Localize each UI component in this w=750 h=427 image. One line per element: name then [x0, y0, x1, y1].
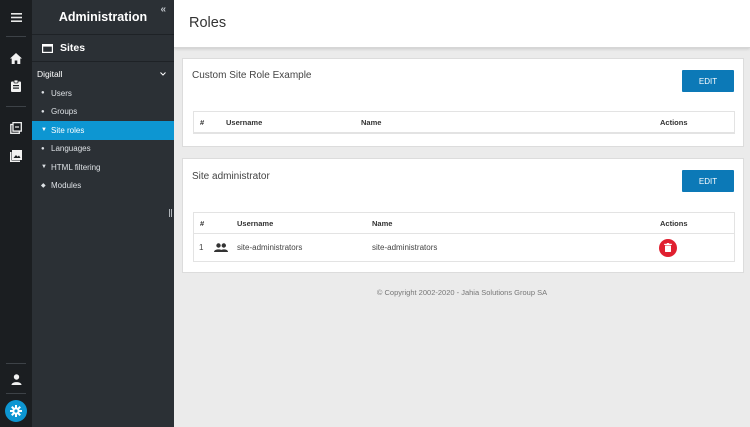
column-header-name[interactable]: Name [372, 213, 392, 233]
sidebar-item-site-roles[interactable]: ▼ Site roles [32, 121, 174, 140]
page-header: Roles [174, 0, 750, 48]
column-header-actions: Actions [660, 117, 688, 127]
rail-divider [6, 393, 26, 394]
site-name: Digitall [37, 69, 63, 79]
trash-icon [659, 238, 677, 257]
site-selector[interactable]: Digitall [32, 64, 174, 84]
page-title: Roles [189, 15, 227, 31]
role-title: Custom Site Role Example [192, 70, 312, 81]
role-members-table: # Username Name Actions [193, 111, 735, 134]
table-header: # Username Name Actions [194, 112, 734, 133]
rail-divider [6, 106, 26, 107]
row-username: site-administrators [237, 243, 303, 252]
role-card: Site administrator EDIT # Username Name … [182, 158, 744, 273]
column-header-number: # [200, 117, 205, 127]
site-content-icon[interactable] [0, 117, 32, 139]
column-header-number: # [200, 218, 205, 228]
group-icon [214, 234, 228, 261]
admin-sidebar: Administration « Sites Digitall ● Users … [32, 0, 174, 427]
menu-icon[interactable] [0, 6, 32, 28]
copyright-footer: © Copyright 2002-2020 - Jahia Solutions … [376, 288, 548, 297]
settings-icon[interactable] [5, 400, 27, 422]
chevron-down-icon [160, 72, 166, 76]
row-number: 1 [199, 243, 204, 252]
home-icon[interactable] [0, 47, 32, 69]
roles-icon: ▼ [41, 127, 47, 134]
icon-rail [0, 0, 32, 427]
column-header-username[interactable]: Username [237, 213, 273, 233]
role-members-table: # Username Name Actions 1 site-administr… [193, 212, 735, 262]
delete-button[interactable] [659, 234, 677, 261]
image-icon[interactable] [0, 145, 32, 167]
modules-icon: ◆ [41, 183, 46, 190]
filter-icon: ▼ [41, 164, 47, 171]
role-title: Site administrator [192, 171, 270, 182]
sidebar-item-label: Groups [51, 107, 78, 117]
clipboard-icon[interactable] [0, 75, 32, 97]
collapse-sidebar-icon[interactable]: « [160, 4, 166, 15]
column-header-username[interactable]: Username [226, 112, 262, 132]
sidebar-item-label: Site roles [51, 125, 85, 135]
group-icon: ● [41, 108, 45, 115]
sidebar-resize-handle[interactable] [169, 209, 172, 217]
column-header-actions: Actions [660, 218, 688, 228]
sidebar-item-label: Users [51, 88, 72, 98]
sidebar-header: Administration « [32, 0, 174, 35]
sidebar-item-label: HTML filtering [51, 162, 101, 172]
globe-icon: ● [41, 145, 45, 152]
sidebar-item-html-filtering[interactable]: ▼ HTML filtering [32, 158, 174, 177]
sidebar-item-modules[interactable]: ◆ Modules [32, 177, 174, 196]
user-icon[interactable] [0, 368, 32, 390]
edit-button[interactable]: EDIT [682, 70, 734, 92]
sidebar-item-languages[interactable]: ● Languages [32, 140, 174, 159]
user-icon: ● [41, 90, 45, 97]
rail-divider [6, 363, 26, 364]
table-row: 1 site-administrators site-administrator… [194, 234, 734, 261]
rail-divider [6, 36, 26, 37]
sidebar-item-label: Modules [51, 181, 82, 191]
table-header: # Username Name Actions [194, 213, 734, 234]
sidebar-section-sites[interactable]: Sites [32, 35, 174, 62]
sidebar-item-users[interactable]: ● Users [32, 84, 174, 103]
sidebar-item-label: Languages [51, 144, 91, 154]
role-card: Custom Site Role Example EDIT # Username… [182, 58, 744, 147]
edit-button[interactable]: EDIT [682, 170, 734, 192]
window-icon [42, 43, 53, 53]
sidebar-title: Administration [58, 10, 148, 24]
sidebar-section-label: Sites [60, 42, 86, 54]
row-name: site-administrators [372, 243, 438, 252]
sidebar-item-groups[interactable]: ● Groups [32, 103, 174, 122]
column-header-name[interactable]: Name [361, 112, 381, 132]
